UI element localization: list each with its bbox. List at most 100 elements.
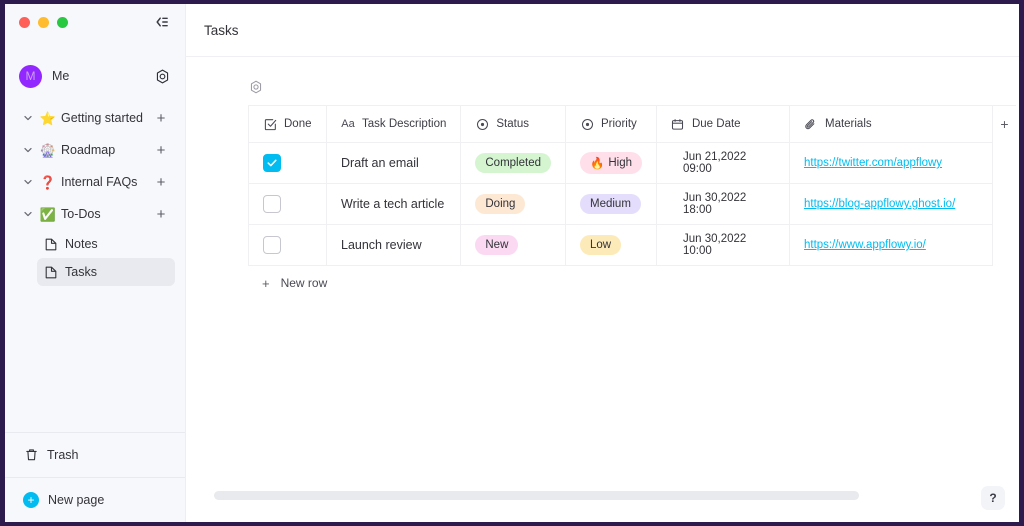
status-badge: Completed	[475, 153, 551, 173]
close-window-button[interactable]	[19, 16, 30, 28]
sidebar-item-label: To-Dos	[61, 207, 101, 221]
calendar-icon	[671, 117, 685, 131]
cell-priority[interactable]: 🔥 High	[565, 142, 657, 184]
chevron-down-icon[interactable]	[21, 143, 35, 157]
material-link[interactable]: https://www.appflowy.io/	[804, 239, 926, 251]
sidebar-item-label: Internal FAQs	[61, 175, 138, 189]
column-label: Materials	[824, 118, 872, 130]
cell-priority[interactable]: Medium	[565, 183, 657, 225]
main-area: Tasks Done Aa Task Description Status Pr…	[186, 4, 1019, 522]
cell-done[interactable]	[248, 183, 327, 225]
column-header-done[interactable]: Done	[248, 105, 327, 143]
column-header-materials[interactable]: Materials	[788, 105, 993, 143]
avatar: M	[19, 64, 42, 88]
priority-badge: 🔥 High	[580, 152, 642, 174]
sidebar-page-label: Tasks	[65, 265, 97, 279]
text-aa-icon: Aa	[341, 118, 355, 130]
column-header-due-date[interactable]: Due Date	[655, 105, 790, 143]
chevron-down-icon[interactable]	[21, 111, 35, 125]
single-select-icon	[475, 117, 489, 131]
table-row[interactable]: Draft an email Completed 🔥 High Jun 21,2…	[248, 142, 1016, 184]
window-controls	[19, 16, 68, 28]
horizontal-scrollbar[interactable]	[214, 491, 991, 500]
status-badge: New	[475, 235, 519, 255]
cell-status[interactable]: Completed	[460, 142, 566, 184]
star-icon: ⭐	[39, 110, 57, 126]
column-label: Due Date	[691, 118, 741, 130]
cell-task-description[interactable]: Launch review	[325, 224, 462, 266]
user-name: Me	[52, 69, 70, 83]
sidebar-item-getting-started[interactable]: ⭐ Getting started +	[15, 102, 175, 134]
cell-spacer	[991, 224, 1016, 266]
column-header-status[interactable]: Status	[460, 105, 566, 143]
user-row[interactable]: M Me	[5, 56, 185, 96]
done-checkbox[interactable]	[263, 195, 281, 213]
column-header-priority[interactable]: Priority	[565, 105, 657, 143]
trash-button[interactable]: Trash	[5, 433, 185, 477]
cell-task-description[interactable]: Draft an email	[325, 142, 462, 184]
grid-header-row: Done Aa Task Description Status Priority…	[248, 105, 1016, 143]
column-header-task-description[interactable]: Aa Task Description	[325, 105, 462, 143]
cell-materials[interactable]: https://twitter.com/appflowy	[788, 142, 993, 184]
minimize-window-button[interactable]	[38, 16, 49, 28]
help-button[interactable]: ?	[981, 486, 1005, 510]
table-row[interactable]: Launch review New Low Jun 30,2022 10:00	[248, 224, 1016, 266]
check-mark-icon: ✅	[39, 206, 57, 222]
due-date-text: Jun 30,2022 10:00	[682, 233, 747, 257]
sidebar-item-internal-faqs[interactable]: ❓ Internal FAQs +	[15, 166, 175, 198]
collapse-sidebar-icon[interactable]	[153, 13, 171, 31]
scrollbar-thumb[interactable]	[214, 491, 859, 500]
chevron-down-icon[interactable]	[21, 175, 35, 189]
add-field-button[interactable]: +	[993, 106, 1016, 142]
material-link[interactable]: https://twitter.com/appflowy	[804, 157, 942, 169]
cell-materials[interactable]: https://www.appflowy.io/	[788, 224, 993, 266]
gear-icon[interactable]	[153, 67, 171, 85]
column-label: Done	[284, 118, 312, 130]
cell-status[interactable]: New	[460, 224, 566, 266]
sidebar-page-tasks[interactable]: Tasks	[37, 258, 175, 286]
table-row[interactable]: Write a tech article Doing Medium Jun 30…	[248, 183, 1016, 225]
tasks-grid: Done Aa Task Description Status Priority…	[248, 105, 1016, 266]
maximize-window-button[interactable]	[57, 16, 68, 28]
add-page-button[interactable]: +	[153, 110, 169, 126]
cell-task-description[interactable]: Write a tech article	[325, 183, 462, 225]
sidebar-item-to-dos[interactable]: ✅ To-Dos +	[15, 198, 175, 230]
add-page-button[interactable]: +	[153, 142, 169, 158]
cell-materials[interactable]: https://blog-appflowy.ghost.io/	[788, 183, 993, 225]
material-link[interactable]: https://blog-appflowy.ghost.io/	[804, 198, 955, 210]
done-checkbox[interactable]	[263, 154, 281, 172]
grid-settings-icon[interactable]	[248, 79, 264, 95]
cell-due-date[interactable]: Jun 30,2022 18:00	[655, 183, 790, 225]
fire-icon: 🔥	[590, 158, 605, 170]
grid-wrapper: Done Aa Task Description Status Priority…	[186, 79, 1019, 300]
add-page-button[interactable]: +	[153, 206, 169, 222]
cell-priority[interactable]: Low	[565, 224, 657, 266]
new-page-button[interactable]: + New page	[5, 477, 185, 522]
chevron-down-icon[interactable]	[21, 207, 35, 221]
sidebar-item-roadmap[interactable]: 🎡 Roadmap +	[15, 134, 175, 166]
new-row-button[interactable]: + New row	[248, 266, 562, 300]
due-date-text: Jun 30,2022 18:00	[682, 192, 747, 216]
cell-done[interactable]	[248, 224, 327, 266]
column-header-add-field[interactable]: +	[991, 105, 1016, 143]
trash-icon	[25, 449, 38, 462]
document-icon	[45, 238, 58, 251]
column-label: Task Description	[362, 118, 447, 130]
cell-status[interactable]: Doing	[460, 183, 566, 225]
task-text: Launch review	[341, 238, 422, 252]
sidebar-footer: Trash + New page	[5, 432, 185, 522]
cell-due-date[interactable]: Jun 30,2022 10:00	[655, 224, 790, 266]
plus-icon: +	[262, 275, 270, 291]
grid-content: Done Aa Task Description Status Priority…	[186, 57, 1019, 522]
document-icon	[45, 266, 58, 279]
cell-due-date[interactable]: Jun 21,2022 09:00	[655, 142, 790, 184]
cell-done[interactable]	[248, 142, 327, 184]
done-checkbox[interactable]	[263, 236, 281, 254]
sidebar-page-notes[interactable]: Notes	[37, 230, 175, 258]
add-page-button[interactable]: +	[153, 174, 169, 190]
priority-label: High	[608, 157, 632, 169]
topbar: Tasks	[186, 4, 1019, 57]
plus-circle-icon: +	[23, 492, 39, 508]
task-text: Draft an email	[341, 156, 419, 170]
satellite-icon: 🎡	[39, 142, 57, 158]
